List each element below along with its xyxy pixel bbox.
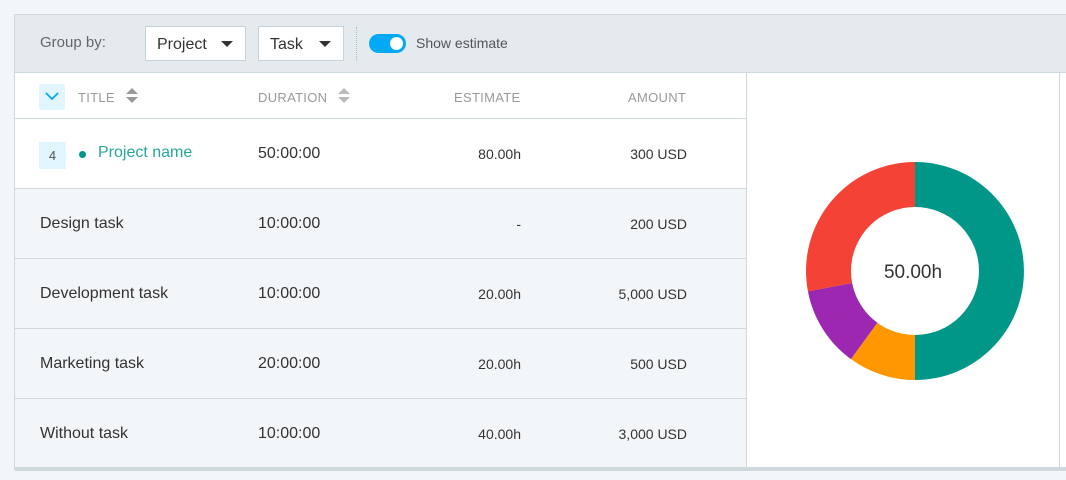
task-amount: 5,000 USD [618, 286, 687, 302]
group-by-select-2-value: Task [270, 36, 303, 53]
bottom-border [15, 467, 1066, 471]
toolbar-divider [356, 27, 357, 61]
chevron-down-icon [45, 92, 59, 101]
project-estimate: 80.00h [478, 146, 521, 162]
group-by-select-1-value: Project [157, 36, 207, 53]
sort-icon[interactable] [126, 88, 138, 103]
sort-icon[interactable] [338, 88, 350, 103]
group-by-select-2[interactable]: Task [258, 26, 344, 61]
group-by-label: Group by: [40, 34, 106, 51]
report-panel: Group by: Project Task Show estimate TIT… [14, 14, 1066, 471]
show-estimate-label: Show estimate [416, 35, 508, 51]
donut-chart: 50.00h [806, 162, 1024, 380]
task-count-badge[interactable]: 4 [39, 142, 66, 169]
header-duration[interactable]: DURATION [258, 90, 327, 105]
task-amount: 3,000 USD [618, 426, 687, 442]
toolbar: Group by: Project Task Show estimate [15, 15, 1066, 73]
task-title: Design task [40, 215, 124, 232]
table-row: Marketing task 20:00:00 20.00h 500 USD [15, 329, 746, 399]
header-amount: AMOUNT [628, 90, 687, 105]
project-color-dot [79, 151, 86, 158]
table-row: Development task 10:00:00 20.00h 5,000 U… [15, 259, 746, 329]
project-row[interactable]: 4 Project name 50:00:00 80.00h 300 USD [15, 119, 746, 189]
project-name[interactable]: Project name [98, 144, 192, 162]
header-title[interactable]: TITLE [78, 90, 115, 105]
task-duration: 10:00:00 [258, 285, 321, 302]
project-duration: 50:00:00 [258, 145, 321, 162]
donut-center-label: 50.00h [884, 262, 942, 283]
task-estimate: 20.00h [478, 286, 521, 302]
task-amount: 200 USD [630, 216, 687, 232]
group-by-select-1[interactable]: Project [145, 26, 246, 61]
task-estimate: 40.00h [478, 426, 521, 442]
task-estimate: 20.00h [478, 356, 521, 372]
table-header: TITLE DURATION ESTIMATE AMOUNT [15, 73, 746, 119]
task-duration: 10:00:00 [258, 215, 321, 232]
breakdown-table: TITLE DURATION ESTIMATE AMOUNT 4 Project… [15, 73, 747, 469]
show-estimate-toggle[interactable] [369, 34, 406, 53]
task-duration: 10:00:00 [258, 425, 321, 442]
table-row: Design task 10:00:00 - 200 USD [15, 189, 746, 259]
collapse-all-button[interactable] [39, 84, 65, 110]
header-estimate: ESTIMATE [454, 90, 521, 105]
task-title: Without task [40, 425, 129, 442]
caret-down-icon [221, 41, 233, 47]
caret-down-icon [319, 41, 331, 47]
table-row: Without task 10:00:00 40.00h 3,000 USD [15, 399, 746, 469]
task-title: Development task [40, 285, 169, 302]
task-estimate: - [516, 216, 521, 232]
toggle-knob [390, 37, 403, 50]
donut-chart-panel: 50.00h [747, 73, 1060, 469]
task-title: Marketing task [40, 355, 145, 372]
project-amount: 300 USD [630, 146, 687, 162]
task-duration: 20:00:00 [258, 355, 321, 372]
task-amount: 500 USD [630, 356, 687, 372]
